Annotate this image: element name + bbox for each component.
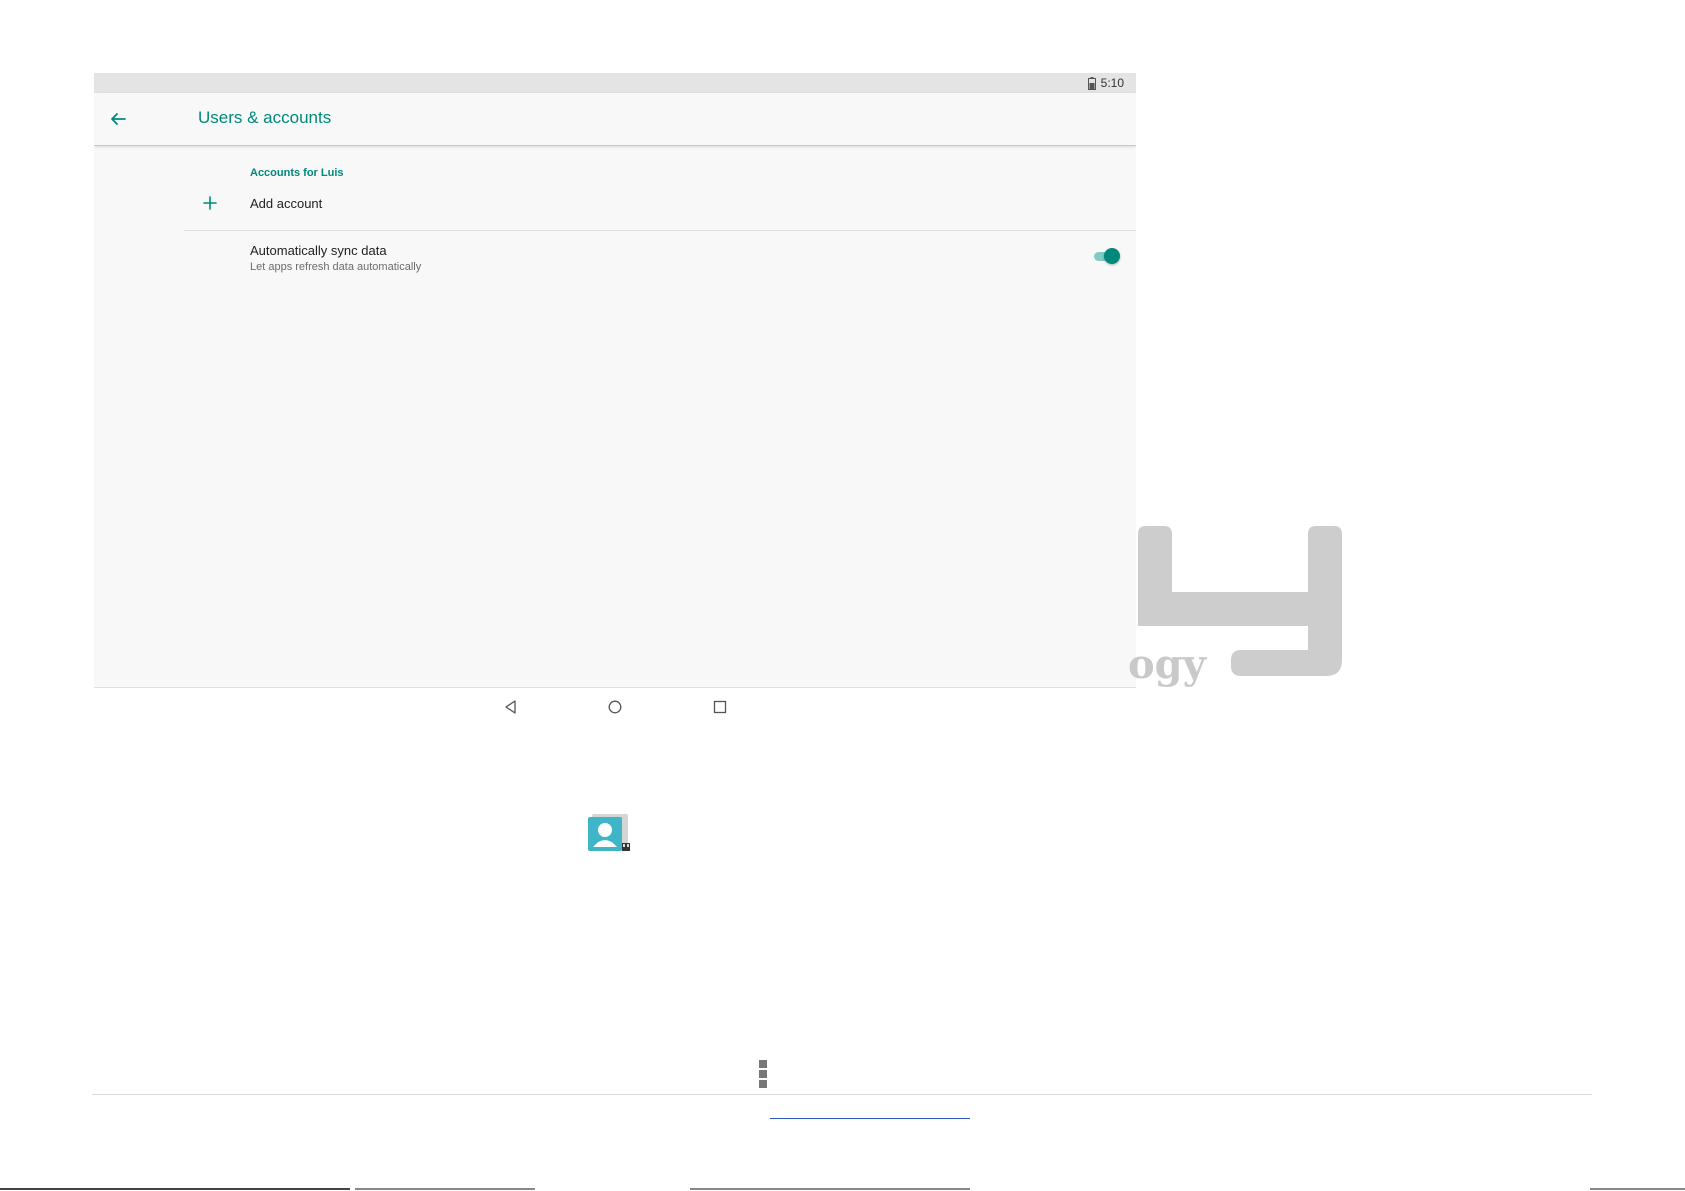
recents-square-icon[interactable] [711,698,729,716]
page-divider [92,1094,1592,1095]
add-account-label: Add account [250,196,323,211]
auto-sync-subtitle: Let apps refresh data automatically [250,261,422,273]
contacts-app-icon [586,813,632,853]
status-icons: 5:10 [1087,75,1124,91]
auto-sync-toggle[interactable] [1092,248,1120,264]
page-title: Users & accounts [198,108,332,127]
page-link[interactable] [770,1118,970,1119]
kebab-menu-icon[interactable] [759,1060,767,1089]
toggle-thumb [1104,248,1120,264]
auto-sync-item[interactable]: Automatically sync data Let apps refresh… [184,231,1136,285]
watermark-text: ogy [1128,641,1206,688]
status-clock: 5:10 [1100,76,1124,90]
back-triangle-icon[interactable] [502,698,520,716]
plus-icon [202,195,218,211]
status-bar: 5:10 [94,73,1136,93]
device-screen: 5:10 Users & accounts Accounts for Luis … [94,73,1136,687]
app-bar: Users & accounts [94,93,1136,146]
accounts-section-header: Accounts for Luis [250,167,344,179]
strip-segment [0,1188,350,1190]
strip-segment [690,1188,970,1190]
add-account-item[interactable]: Add account [184,187,1136,230]
home-circle-icon[interactable] [606,698,624,716]
auto-sync-title: Automatically sync data [250,243,387,258]
nav-bar-divider [94,687,1136,688]
strip-segment [1590,1188,1685,1190]
battery-icon [1087,76,1096,90]
strip-segment [355,1188,535,1190]
bottom-strip [0,1186,1685,1191]
arrow-back-icon[interactable] [106,107,130,131]
